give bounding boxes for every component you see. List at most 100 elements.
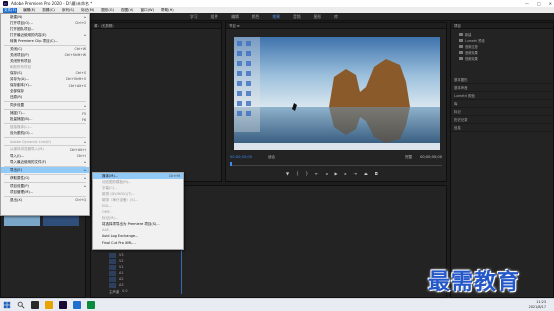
mark-out-icon[interactable]: } <box>306 171 309 176</box>
panel-markers[interactable]: 标记 <box>451 108 553 116</box>
search-icon[interactable] <box>17 301 25 309</box>
watermark-text: 最需教育 <box>428 269 521 295</box>
file-menu-item: Adobe Dynamic Link(K) ▸ <box>1 139 89 145</box>
menu-item-label: Adobe Dynamic Link(K) <box>10 139 51 144</box>
go-to-out-icon[interactable]: ⇥ <box>354 171 357 176</box>
menu-item-label: 动态图形模板(R)... <box>102 179 132 184</box>
workspace-tab-graphics[interactable]: 图形 <box>314 14 322 20</box>
go-to-in-icon[interactable]: ⇤ <box>315 171 318 176</box>
taskbar: 11:23 2021/8/17 <box>0 298 554 311</box>
menu-view[interactable]: 视图(V) <box>120 8 134 13</box>
taskbar-clock[interactable]: 11:23 2021/8/17 <box>529 300 546 310</box>
source-monitor-panel: 源：(无剪辑) <box>90 22 222 182</box>
zoom-fit-select[interactable]: 适合 <box>268 155 275 160</box>
menu-item-shortcut: Ctrl+Shift+S <box>65 77 86 82</box>
close-button[interactable]: ✕ <box>549 1 552 6</box>
program-video-frame[interactable] <box>234 37 440 150</box>
menu-item-shortcut: Ctrl+W <box>74 47 87 52</box>
panel-essential-sound[interactable]: 基本声音 <box>451 84 553 92</box>
submenu-arrow-icon: ▸ <box>84 15 86 20</box>
submenu-arrow-icon: ▸ <box>84 103 86 108</box>
task-view-icon[interactable] <box>31 301 39 309</box>
panel-info[interactable]: 信息 <box>451 124 553 132</box>
export-frame-icon[interactable]: ◘ <box>375 171 378 176</box>
workspace-tab-assembly[interactable]: 组件 <box>211 14 219 20</box>
menu-sequence[interactable]: 序列(S) <box>61 8 75 13</box>
menu-item-shortcut: Ctrl+Q <box>75 198 86 203</box>
folder-icon <box>459 57 463 60</box>
workspace-tab-audio[interactable]: 音频 <box>293 14 301 20</box>
menu-item-label: 转换 Premiere Clip 项目(C)... <box>10 38 59 43</box>
file-explorer-icon[interactable] <box>45 301 53 309</box>
panel-essential-graphics[interactable]: 基本图形 <box>451 76 553 84</box>
menu-clip[interactable]: 剪辑(C) <box>41 8 56 13</box>
windows-start-icon[interactable] <box>3 301 11 309</box>
file-menu-item[interactable]: 退出(X) Ctrl+Q <box>1 197 89 203</box>
menu-item-label: 设为脱机(O)... <box>10 131 33 136</box>
menu-item-label: 导入(I)... <box>10 153 25 158</box>
panel-history[interactable]: 历史记录 <box>451 116 553 124</box>
menu-item-shortcut: Ctrl+I <box>76 154 86 158</box>
maximize-button[interactable]: □ <box>537 1 541 6</box>
menu-item-label: 保存(S) <box>10 70 22 75</box>
workspace-tab-effects[interactable]: 效果 <box>272 14 280 20</box>
submenu-arrow-icon: ▸ <box>84 139 86 144</box>
workspace-tab-color[interactable]: 颜色 <box>252 14 260 20</box>
menu-item-label: 全部保存 <box>10 89 24 94</box>
menu-window[interactable]: 窗口(W) <box>139 8 155 13</box>
master-volume-value[interactable]: 0.0 <box>122 289 127 293</box>
premiere-taskbar-icon[interactable] <box>59 301 67 309</box>
program-panel-title[interactable]: 节目 ≡ <box>226 23 446 29</box>
export-menu-item[interactable]: Final Cut Pro XML... <box>93 240 183 246</box>
track-header-master[interactable]: 主声道 0.0 <box>109 288 169 294</box>
menu-item-label: 关闭(C) <box>10 46 23 51</box>
panel-lumetri-color[interactable]: Lumetri 颜色 <box>451 92 553 100</box>
wechat-icon[interactable] <box>87 301 95 309</box>
file-menu-item[interactable]: 项目管理(M)... <box>1 189 89 195</box>
file-menu-item[interactable]: 导入最近使用的文件(F) ▸ <box>1 159 89 165</box>
file-menu-item[interactable]: 设为脱机(O)... <box>1 131 89 137</box>
submenu-arrow-icon: ▸ <box>84 176 86 181</box>
file-menu-item[interactable]: 还原(R) <box>1 95 89 101</box>
workspace-tab-editing[interactable]: 编辑 <box>231 14 239 20</box>
menu-edit[interactable]: 编辑(E) <box>22 8 36 13</box>
minimize-button[interactable]: — <box>525 1 529 6</box>
menu-item-label: 从媒体浏览器导入(M) <box>10 147 44 152</box>
menu-item-label: 标记(M)... <box>102 215 119 220</box>
menu-help[interactable]: 帮助(H) <box>160 8 175 13</box>
play-icon[interactable]: ▶ <box>335 171 338 176</box>
step-forward-icon[interactable]: ▸ <box>345 171 347 176</box>
file-menu-item[interactable]: 同步设置 ▸ <box>1 103 89 109</box>
file-menu-item[interactable]: 批量捕捉(B)... F6 <box>1 117 89 123</box>
video-preview-image <box>234 37 440 150</box>
menu-graphics[interactable]: 图形(G) <box>100 8 115 13</box>
menu-item-shortcut: Ctrl+Alt+S <box>68 83 86 88</box>
file-menu-item[interactable]: 导出(E) ▸ <box>1 167 89 174</box>
menu-file[interactable]: 文件(F) <box>3 7 18 13</box>
file-menu-item[interactable]: 转换 Premiere Clip 项目(C)... <box>1 38 89 44</box>
menu-item-shortcut: Ctrl+M <box>168 174 180 179</box>
program-time-ruler[interactable] <box>230 162 442 166</box>
menu-item-label: 字幕(C)... <box>102 185 118 190</box>
add-marker-icon[interactable]: ▼ <box>286 171 289 176</box>
menu-marker[interactable]: 标记(M) <box>80 8 95 13</box>
folder-icon <box>459 33 463 36</box>
mark-in-icon[interactable]: { <box>296 171 299 176</box>
playhead-marker[interactable] <box>230 162 232 166</box>
menu-item-label: 媒体(M)... <box>102 173 119 178</box>
resolution-select[interactable]: 完整 <box>405 155 412 160</box>
premiere-logo-icon: Pr <box>3 1 8 6</box>
lift-icon[interactable]: ⏏ <box>364 171 368 176</box>
workspace-tab-libraries[interactable]: 库 <box>334 14 338 20</box>
step-back-icon[interactable]: ◂ <box>326 171 328 176</box>
submenu-arrow-icon: ▸ <box>84 168 86 173</box>
panel-libraries[interactable]: 库 <box>451 100 553 108</box>
menu-item-label: 磁带（串行设备）(S)... <box>102 197 139 202</box>
source-panel-title[interactable]: 源：(无剪辑) <box>91 23 221 29</box>
workspace-tab-learn[interactable]: 学习 <box>190 14 198 20</box>
program-current-timecode[interactable]: 00;00;00;00 <box>230 155 252 159</box>
menu-item-label: 还原(R) <box>10 95 23 100</box>
folder-item[interactable]: 视频效果 <box>459 56 553 62</box>
word-icon[interactable] <box>73 301 81 309</box>
file-menu-item[interactable]: 获取属性(G) ▸ <box>1 175 89 181</box>
